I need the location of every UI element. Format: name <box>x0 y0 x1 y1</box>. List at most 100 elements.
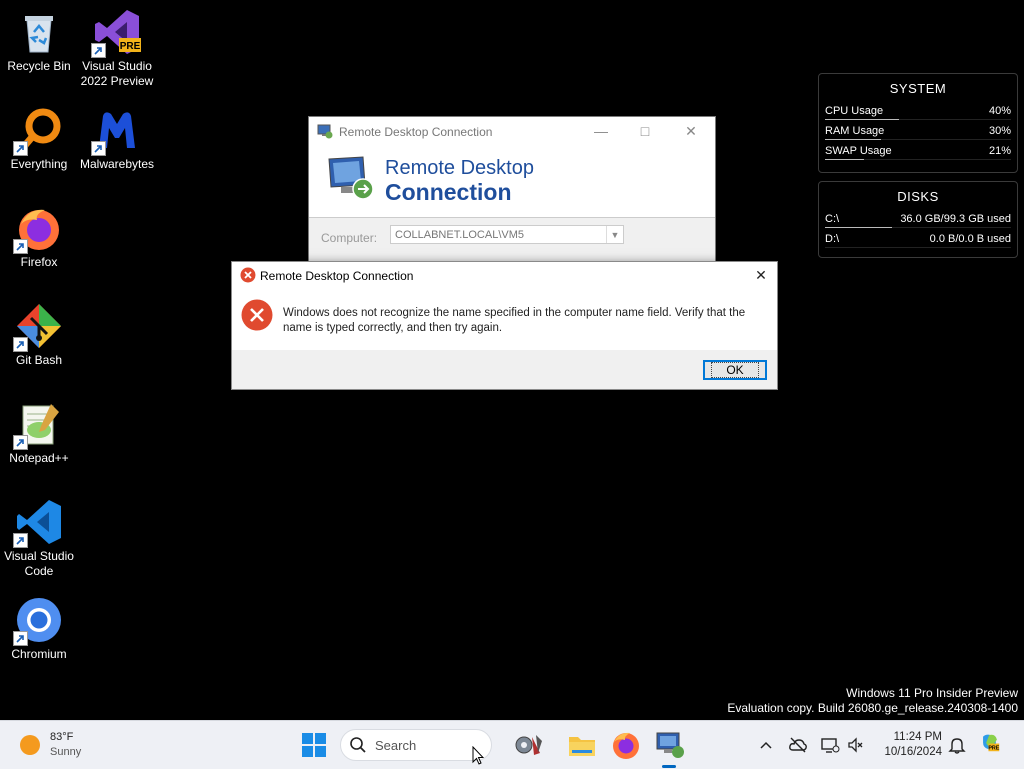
close-button[interactable]: ✕ <box>749 264 773 286</box>
desktop-icon-label: Malwarebytes <box>79 157 155 171</box>
windows-logo-icon <box>302 733 326 757</box>
weather-temp: 83°F <box>50 731 74 743</box>
row-label: C:\ <box>825 213 840 225</box>
windows-watermark: Windows 11 Pro Insider Preview Evaluatio… <box>727 686 1018 716</box>
rdc-monitor-icon <box>325 153 375 203</box>
sun-icon <box>20 735 40 755</box>
network-icon[interactable] <box>820 735 840 755</box>
desktop-icon-label: Recycle Bin <box>7 59 71 73</box>
rdc-app-icon <box>317 123 333 139</box>
ram-usage-row: RAM Usage 30% <box>825 122 1011 142</box>
desktop-icon-everything[interactable]: Everything <box>0 106 78 172</box>
error-dialog: Remote Desktop Connection ✕ Windows does… <box>231 261 778 390</box>
desktop-icon-firefox[interactable]: Firefox <box>0 204 78 270</box>
rdc-banner-line1: Remote Desktop <box>385 157 534 179</box>
taskbar-app-tools[interactable] <box>512 729 544 761</box>
computer-input-value: COLLABNET.LOCAL\VM5 <box>395 229 524 241</box>
rdc-titlebar[interactable]: Remote Desktop Connection — □ ✕ <box>309 117 715 145</box>
widget-title: SYSTEM <box>889 81 947 96</box>
search-icon <box>349 736 367 754</box>
chevron-down-icon[interactable]: ▼ <box>606 226 623 243</box>
cpu-usage-row: CPU Usage 40% <box>825 102 1011 122</box>
shortcut-arrow-icon <box>13 435 28 450</box>
minimize-button[interactable]: — <box>583 121 619 141</box>
clock-date: 10/16/2024 <box>884 746 942 758</box>
everything-search-icon <box>13 106 63 156</box>
copilot-icon[interactable]: PRE <box>980 732 1006 758</box>
folder-icon <box>569 737 595 756</box>
error-message: Windows does not recognize the name spec… <box>283 307 746 334</box>
usage-bar-fill <box>825 159 865 160</box>
vscode-icon <box>13 498 63 548</box>
pre-badge: PRE <box>120 41 141 52</box>
close-button[interactable]: ✕ <box>673 121 709 141</box>
row-value: 40% <box>988 105 1011 117</box>
swap-usage-row: SWAP Usage 21% <box>825 142 1011 162</box>
row-value: 36.0 GB/99.3 GB used <box>900 213 1011 225</box>
error-dialog-titlebar[interactable]: Remote Desktop Connection ✕ <box>232 262 777 288</box>
desktop-icon-label: Notepad++ <box>9 451 69 465</box>
row-label: CPU Usage <box>825 105 884 117</box>
desktop-icon-notepad-plus-plus[interactable]: Notepad++ <box>0 400 78 466</box>
desktop-icon-label: Git Bash <box>15 353 63 367</box>
row-label: D:\ <box>825 233 840 245</box>
rdc-banner: Remote Desktop Connection <box>309 145 715 218</box>
desktop-icon-chromium[interactable]: Chromium <box>0 596 78 662</box>
malwarebytes-icon <box>91 106 141 156</box>
desktop-icon-visual-studio-code[interactable]: Visual Studio Code <box>0 498 78 579</box>
chevron-up-icon[interactable] <box>756 735 776 755</box>
usage-bar <box>825 119 1011 120</box>
taskbar-firefox[interactable] <box>610 729 642 761</box>
rdc-banner-line2: Connection <box>385 179 512 205</box>
disk-c-row: C:\ 36.0 GB/99.3 GB used <box>825 210 1011 230</box>
start-button[interactable] <box>298 729 330 761</box>
shortcut-arrow-icon <box>13 141 28 156</box>
row-label: RAM Usage <box>825 125 885 137</box>
usage-bar-fill <box>825 227 892 228</box>
notifications-bell-icon[interactable] <box>947 735 967 755</box>
error-icon <box>241 299 273 331</box>
shortcut-arrow-icon <box>13 337 28 352</box>
rdc-window: Remote Desktop Connection — □ ✕ Remote D… <box>308 116 716 266</box>
taskbar-file-explorer[interactable] <box>566 729 598 761</box>
desktop-icon-malwarebytes[interactable]: Malwarebytes <box>78 106 156 172</box>
recycle-bin-icon <box>15 8 63 56</box>
desktop-icon-git-bash[interactable]: Git Bash <box>0 302 78 368</box>
search-placeholder: Search <box>375 738 417 753</box>
desktop-icon-label: Firefox <box>20 255 58 269</box>
maximize-button[interactable]: □ <box>627 121 663 141</box>
cloud-sync-icon[interactable] <box>788 735 808 755</box>
disks-widget: DISKS C:\ 36.0 GB/99.3 GB used D:\ 0.0 B… <box>818 181 1018 258</box>
taskbar-search[interactable]: Search <box>340 729 492 761</box>
visual-studio-icon: PRE <box>91 8 141 58</box>
desktop-icon-label: Everything <box>10 157 68 171</box>
desktop-icon-label: Visual Studio Code <box>4 549 74 578</box>
shortcut-arrow-icon <box>13 239 28 254</box>
volume-muted-icon[interactable] <box>846 735 866 755</box>
shortcut-arrow-icon <box>91 141 106 156</box>
remote-desktop-icon <box>656 732 684 758</box>
usage-bar <box>825 159 1011 160</box>
computer-input[interactable]: COLLABNET.LOCAL\VM5 ▼ <box>390 225 624 244</box>
desktop-icon-label: Chromium <box>11 647 67 661</box>
shortcut-arrow-icon <box>91 43 106 58</box>
usage-bar-fill <box>825 119 900 120</box>
computer-label: Computer: <box>321 231 378 245</box>
row-label: SWAP Usage <box>825 145 892 157</box>
usage-bar <box>825 227 1011 228</box>
gear-tools-icon <box>515 735 542 755</box>
clock-time: 11:24 PM <box>893 731 942 743</box>
chromium-icon <box>13 596 63 646</box>
ok-button[interactable]: OK <box>703 360 767 380</box>
row-value: 21% <box>988 145 1011 157</box>
weather-widget[interactable]: 83°F Sunny <box>20 729 100 761</box>
watermark-line1: Windows 11 Pro Insider Preview <box>846 686 1018 700</box>
clock[interactable]: 11:24 PM 10/16/2024 <box>884 730 942 760</box>
mouse-cursor-icon <box>472 745 485 766</box>
shortcut-arrow-icon <box>13 631 28 646</box>
usage-bar <box>825 247 1011 248</box>
taskbar-remote-desktop[interactable] <box>654 729 686 761</box>
desktop-icon-visual-studio-2022-preview[interactable]: PRE Visual Studio 2022 Preview <box>78 8 156 89</box>
desktop-icon-recycle-bin[interactable]: Recycle Bin <box>0 8 78 74</box>
error-small-icon <box>240 267 256 283</box>
